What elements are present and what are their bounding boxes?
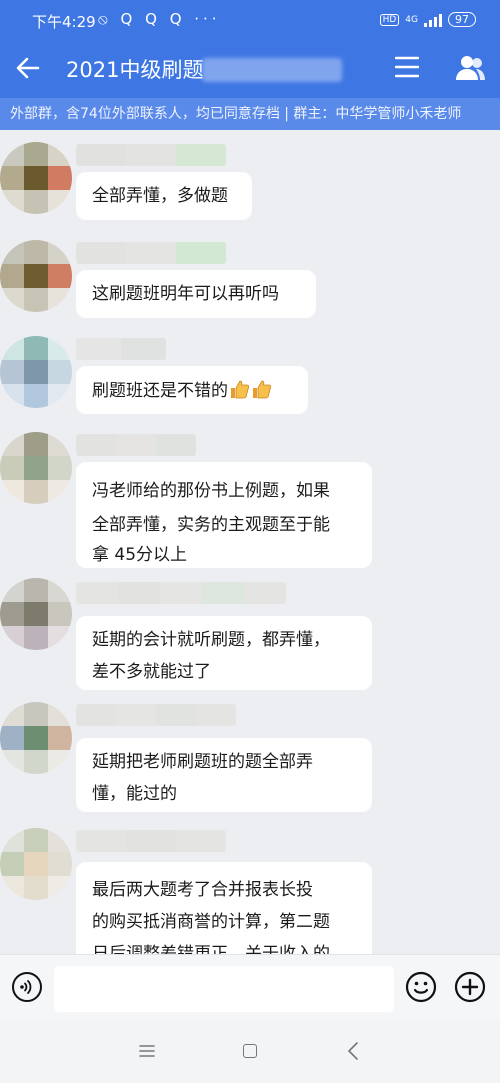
avatar[interactable] (0, 336, 72, 408)
sender-name (76, 582, 286, 604)
message-line: 最后两大题考了合并报表长投 (92, 880, 313, 900)
message-line: 延期把老师刷题班的题全部弄 (92, 752, 313, 772)
system-nav-bar (0, 1020, 500, 1083)
message-line: 的购买抵消商誉的计算，第二题 (92, 912, 330, 932)
signal-icon (424, 13, 442, 27)
avatar[interactable] (0, 142, 72, 214)
plus-circle-icon[interactable] (454, 971, 486, 1003)
title-redaction (202, 58, 342, 82)
nav-bar: 2021中级刷题 (0, 42, 500, 94)
status-time: 下午4:29 (32, 13, 96, 31)
message-bubble[interactable]: 最后两大题考了合并报表长投 的购买抵消商誉的计算，第二题 日后调整差错更正，关于… (76, 862, 372, 954)
message-line: 懂，能过的 (92, 784, 177, 804)
message-bubble[interactable]: 刷题班还是不错的 (76, 366, 308, 414)
message-line: 延期的会计就听刷题，都弄懂， (92, 630, 330, 650)
square-icon[interactable] (243, 1044, 257, 1058)
thumbs-up-icon (231, 380, 250, 399)
message-bubble[interactable]: 冯老师给的那份书上例题，如果 全部弄懂，实务的主观题至于能 拿 45分以上 (76, 462, 372, 568)
sender-name (76, 830, 226, 852)
hamburger-icon[interactable] (395, 56, 419, 78)
voice-icon[interactable] (12, 972, 42, 1002)
sender-name (76, 338, 166, 360)
avatar[interactable] (0, 240, 72, 312)
message-line: 日后调整差错更正，关于收入的 (92, 944, 330, 954)
status-bar: 下午4:29 ⦸ Q Q Q ··· HD 4G 97 (0, 0, 500, 42)
status-notification-icons: ⦸ Q Q Q ··· (98, 10, 221, 28)
message-bubble[interactable]: 这刷题班明年可以再听吗 (76, 270, 316, 318)
people-icon[interactable] (454, 54, 486, 82)
avatar[interactable] (0, 702, 72, 774)
avatar[interactable] (0, 432, 72, 504)
thumbs-up-icon (253, 380, 272, 399)
avatar[interactable] (0, 578, 72, 650)
message-text: 刷题班还是不错的 (92, 381, 228, 401)
sender-name (76, 704, 236, 726)
battery-icon: 97 (448, 12, 476, 27)
input-bar (0, 954, 500, 1021)
arrow-left-icon[interactable] (14, 54, 42, 82)
message-line: 差不多就能过了 (92, 662, 211, 682)
top-bar: 下午4:29 ⦸ Q Q Q ··· HD 4G 97 2021中级刷题 (0, 0, 500, 98)
message-bubble[interactable]: 全部弄懂，多做题 (76, 172, 252, 220)
message-bubble[interactable]: 延期把老师刷题班的题全部弄 懂，能过的 (76, 738, 372, 812)
smiley-icon[interactable] (405, 971, 437, 1003)
message-line: 冯老师给的那份书上例题，如果 (92, 481, 330, 501)
sender-name (76, 242, 226, 264)
chat-area[interactable]: 全部弄懂，多做题 这刷题班明年可以再听吗 刷题班还是不错的 冯老师给的那份书上例… (0, 130, 500, 954)
hd-icon: HD (379, 13, 400, 26)
status-right: HD 4G 97 (379, 12, 476, 27)
sender-name (76, 144, 226, 166)
menu-icon[interactable] (139, 1044, 155, 1058)
message-input[interactable] (54, 966, 394, 1012)
chevron-left-icon[interactable] (347, 1042, 359, 1060)
message-line: 拿 45分以上 (92, 545, 188, 565)
avatar[interactable] (0, 828, 72, 900)
page-title: 2021中级刷题 (66, 58, 204, 82)
network-type: 4G (405, 14, 418, 25)
group-notice: 外部群，含74位外部联系人，均已同意存档 | 群主：中华学管师小禾老师 (0, 98, 500, 130)
message-bubble[interactable]: 延期的会计就听刷题，都弄懂， 差不多就能过了 (76, 616, 372, 690)
sender-name (76, 434, 196, 456)
message-line: 全部弄懂，实务的主观题至于能 (92, 515, 330, 535)
